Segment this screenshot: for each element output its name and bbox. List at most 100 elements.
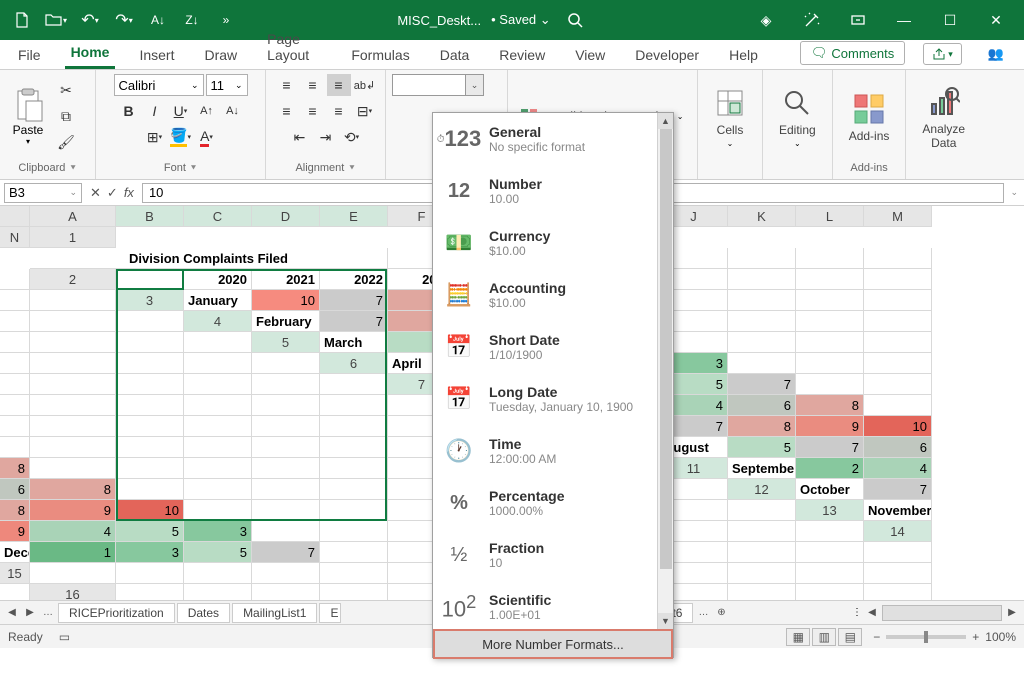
cell[interactable] — [0, 353, 30, 374]
zoom-slider[interactable] — [886, 635, 966, 639]
col-header[interactable]: N — [0, 227, 30, 248]
cell[interactable] — [320, 437, 388, 458]
fill-color-icon[interactable]: 🪣▾ — [169, 126, 193, 148]
cell[interactable] — [864, 269, 932, 290]
minimize-button[interactable]: — — [884, 0, 924, 40]
border-icon[interactable]: ⊞▾ — [143, 126, 167, 148]
cell[interactable]: 6 — [728, 395, 796, 416]
cell[interactable] — [116, 479, 184, 500]
cell[interactable] — [184, 374, 252, 395]
expand-formula-icon[interactable]: ⌄ — [1010, 187, 1018, 198]
cell[interactable] — [864, 542, 932, 563]
tab-file[interactable]: File — [12, 47, 47, 69]
sort-asc-icon[interactable]: A↓ — [144, 6, 172, 34]
cell[interactable] — [0, 437, 30, 458]
undo-icon[interactable]: ↶▾ — [76, 6, 104, 34]
cell[interactable] — [796, 353, 864, 374]
cell[interactable] — [116, 269, 184, 290]
cell[interactable]: 7 — [864, 479, 932, 500]
cell[interactable] — [796, 290, 864, 311]
diamond-icon[interactable]: ◈ — [746, 0, 786, 40]
cell[interactable]: January — [184, 290, 252, 311]
cell[interactable] — [184, 395, 252, 416]
cell[interactable] — [728, 269, 796, 290]
cell[interactable]: 2 — [796, 458, 864, 479]
cell[interactable]: 5 — [728, 437, 796, 458]
cell[interactable]: 8 — [0, 458, 30, 479]
cell[interactable] — [864, 290, 932, 311]
font-dialog-icon[interactable]: ⯆ — [190, 163, 197, 174]
cell[interactable]: 2021 — [252, 269, 320, 290]
cell[interactable] — [252, 479, 320, 500]
row-header[interactable]: 2 — [30, 269, 116, 290]
tab-page-layout[interactable]: Page Layout — [261, 31, 327, 69]
cell[interactable] — [252, 416, 320, 437]
underline-icon[interactable]: U▾ — [169, 100, 193, 122]
cell[interactable]: 4 — [30, 521, 116, 542]
cell[interactable]: 3 — [116, 542, 184, 563]
cell[interactable]: 3 — [184, 521, 252, 542]
cell[interactable]: October — [796, 479, 864, 500]
cell[interactable]: 7 — [728, 374, 796, 395]
row-header[interactable]: 1 — [30, 227, 116, 248]
fx-icon[interactable]: fx — [124, 185, 134, 201]
cell[interactable] — [116, 311, 184, 332]
cell[interactable] — [30, 437, 116, 458]
zoom-out-icon[interactable]: − — [873, 630, 880, 644]
cell[interactable] — [796, 563, 864, 584]
sheet-tab-2[interactable]: Dates — [177, 603, 230, 623]
col-header[interactable]: C — [184, 206, 252, 227]
row-header[interactable]: 12 — [728, 479, 796, 500]
maximize-button[interactable]: ☐ — [930, 0, 970, 40]
tab-view[interactable]: View — [569, 47, 611, 69]
row-header[interactable]: 14 — [864, 521, 932, 542]
cell[interactable]: 6 — [0, 479, 30, 500]
new-sheet-icon[interactable]: ⊕ — [713, 607, 729, 618]
cell[interactable] — [30, 332, 116, 353]
scroll-down-icon[interactable]: ▼ — [658, 613, 673, 629]
cell[interactable] — [320, 395, 388, 416]
bold-icon[interactable]: B — [117, 100, 141, 122]
cell[interactable]: 7 — [320, 290, 388, 311]
cell[interactable]: 8 — [728, 416, 796, 437]
cell[interactable]: 8 — [30, 479, 116, 500]
tab-home[interactable]: Home — [65, 44, 116, 69]
row-header[interactable]: 13 — [796, 500, 864, 521]
tab-formulas[interactable]: Formulas — [345, 47, 415, 69]
tab-draw[interactable]: Draw — [198, 47, 243, 69]
sort-desc-icon[interactable]: Z↓ — [178, 6, 206, 34]
col-header[interactable]: A — [30, 206, 116, 227]
format-option-general[interactable]: ⏱123GeneralNo specific format — [433, 113, 673, 165]
wand-icon[interactable] — [792, 0, 832, 40]
macro-icon[interactable]: ▭ — [59, 630, 70, 644]
cell[interactable]: March — [320, 332, 388, 353]
format-painter-icon[interactable]: 🖌 — [54, 132, 78, 154]
cell[interactable] — [30, 374, 116, 395]
cell[interactable]: 10 — [252, 290, 320, 311]
cell[interactable]: 1 — [30, 542, 116, 563]
col-header[interactable]: B — [116, 206, 184, 227]
align-right-icon[interactable]: ≡ — [327, 100, 351, 122]
paste-button[interactable]: Paste▾ — [6, 85, 50, 148]
save-status[interactable]: • Saved ⌄ — [491, 12, 551, 28]
align-left-icon[interactable]: ≡ — [275, 100, 299, 122]
cell[interactable] — [864, 311, 932, 332]
cancel-formula-icon[interactable]: ✕ — [90, 185, 101, 201]
format-option-number[interactable]: 12Number10.00 — [433, 165, 673, 217]
col-header[interactable] — [0, 206, 30, 227]
cell[interactable] — [30, 563, 116, 584]
ribbon-mode-icon[interactable] — [838, 0, 878, 40]
cell[interactable] — [0, 416, 30, 437]
cell[interactable] — [0, 269, 30, 290]
search-icon[interactable] — [561, 6, 589, 34]
cell[interactable] — [728, 542, 796, 563]
cell[interactable]: 5 — [184, 542, 252, 563]
format-option-short-date[interactable]: 📅Short Date1/10/1900 — [433, 321, 673, 373]
font-color-icon[interactable]: A▾ — [195, 126, 219, 148]
clipboard-dialog-icon[interactable]: ⯆ — [69, 163, 76, 174]
cell[interactable] — [116, 374, 184, 395]
zoom-in-icon[interactable]: + — [972, 630, 979, 644]
cell[interactable] — [728, 500, 796, 521]
cell[interactable] — [184, 584, 252, 600]
cell[interactable] — [116, 353, 184, 374]
